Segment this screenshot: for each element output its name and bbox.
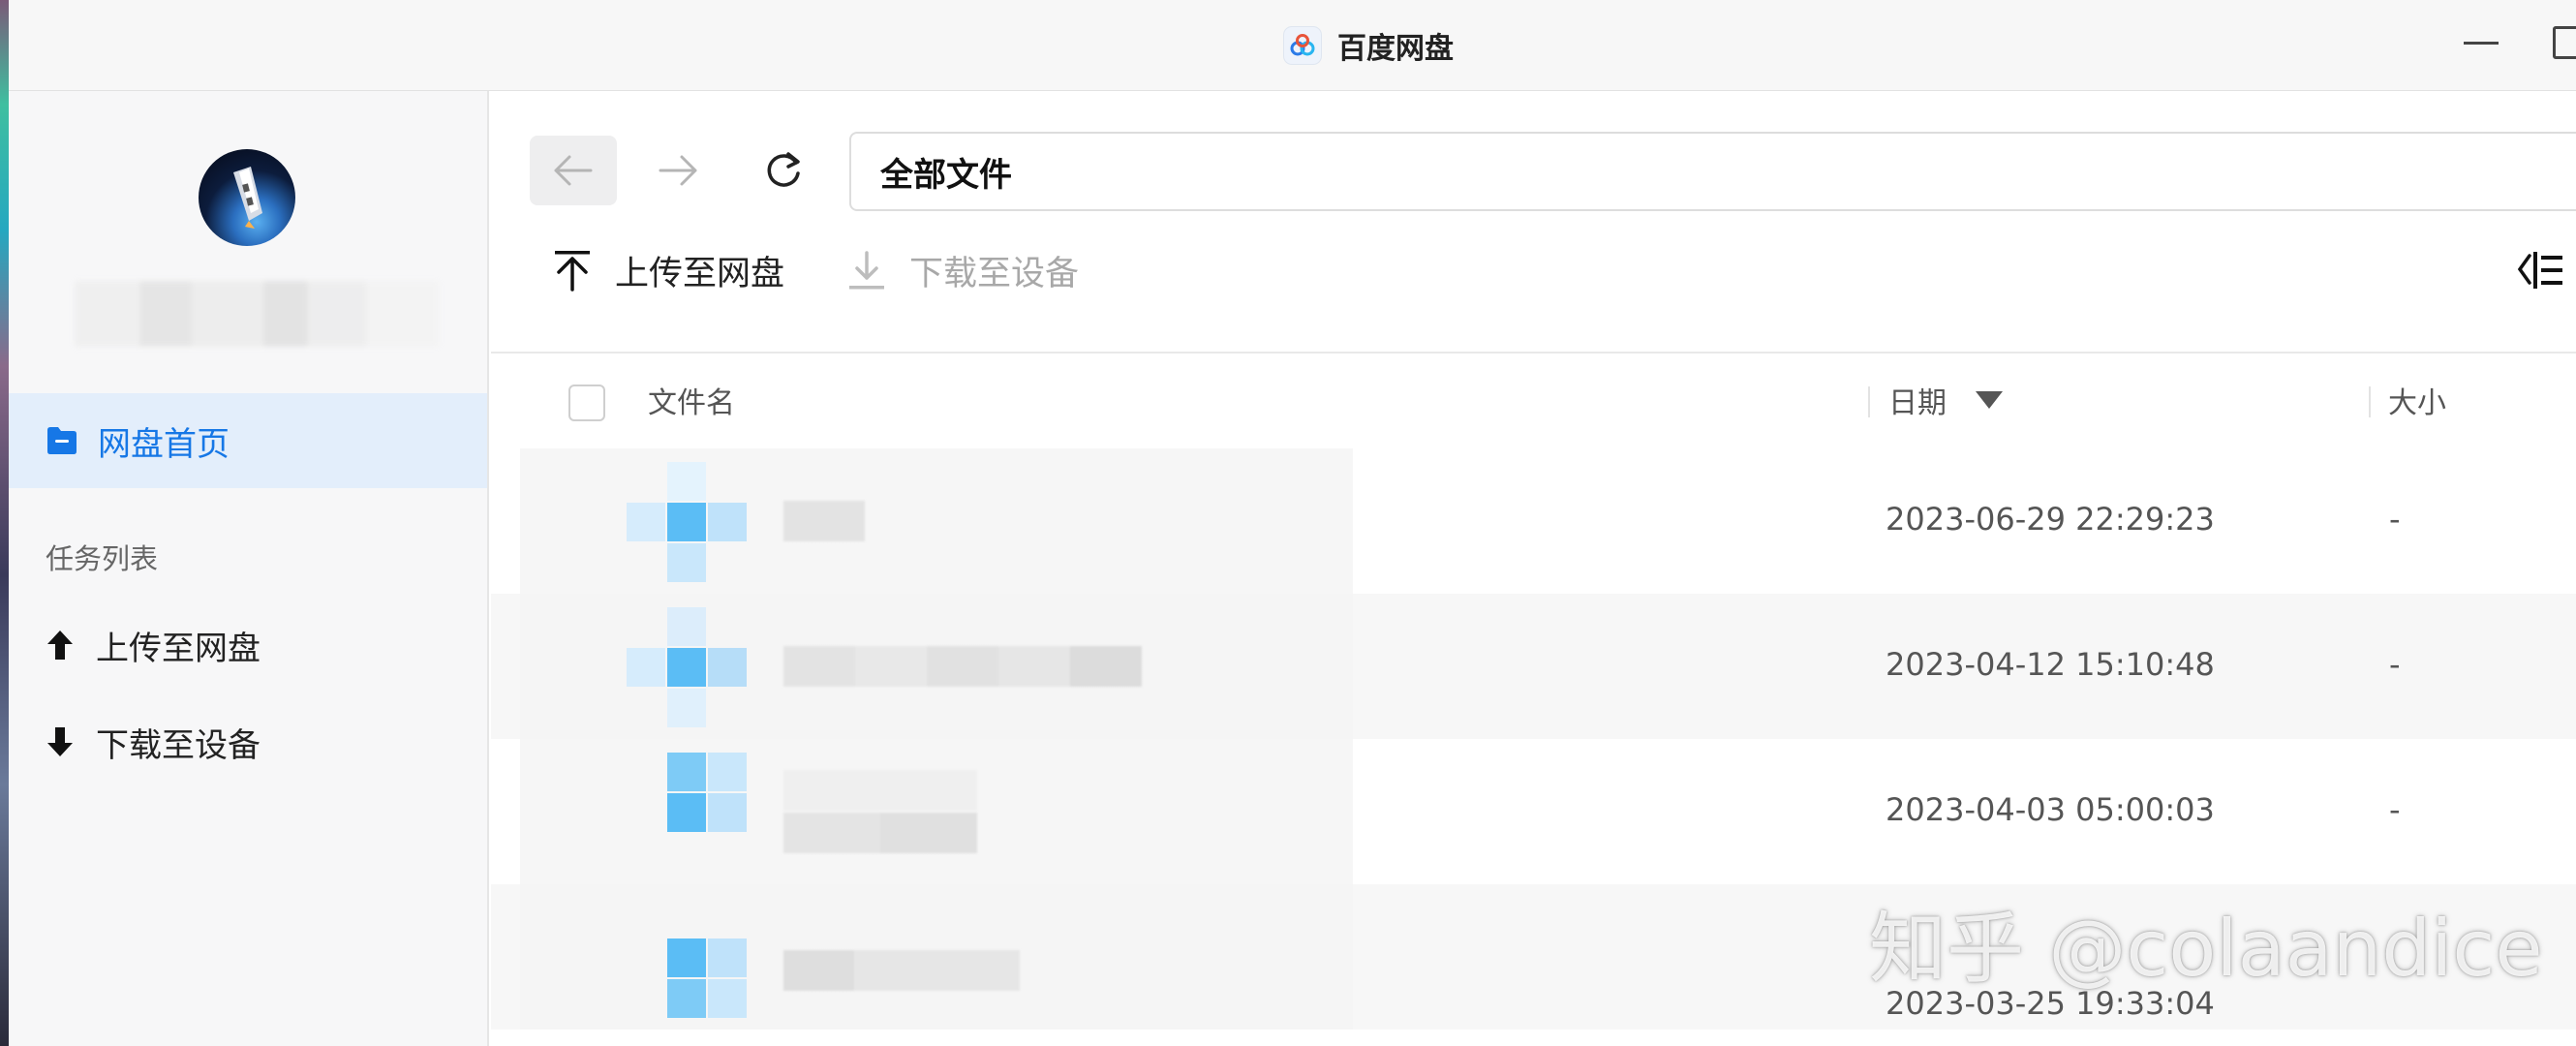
sort-desc-icon: [1976, 391, 2003, 409]
sidebar-item-label: 下载至设备: [96, 725, 261, 765]
download-icon: [849, 251, 884, 290]
folder-icon: [627, 462, 747, 582]
file-name-redacted: [783, 646, 1142, 687]
desktop-background-edge: [0, 0, 9, 1046]
refresh-button[interactable]: [741, 136, 828, 205]
app-title: 百度网盘: [1283, 25, 1454, 66]
forward-button[interactable]: [634, 136, 721, 205]
username-redacted: [75, 281, 439, 347]
folder-icon: [627, 898, 747, 1018]
arrow-up-icon: [47, 631, 73, 660]
column-header-date-label: 日期: [1888, 386, 1947, 420]
table-row[interactable]: 2023-04-03 05:00:03 -: [491, 739, 2576, 884]
download-button[interactable]: 下载至设备: [847, 236, 1079, 304]
collapse-panel-icon[interactable]: [2518, 246, 2566, 294]
arrow-left-icon: [554, 155, 593, 186]
arrow-down-icon: [47, 727, 73, 756]
arrow-right-icon: [659, 155, 697, 186]
file-name-redacted: [783, 770, 977, 811]
select-all-checkbox[interactable]: [568, 385, 605, 421]
file-date: 2023-04-03 05:00:03: [1886, 791, 2215, 828]
column-divider[interactable]: [2369, 386, 2371, 417]
sidebar-item-label: 上传至网盘: [96, 629, 261, 668]
upload-icon: [555, 251, 590, 292]
column-header-name[interactable]: 文件名: [648, 379, 735, 421]
back-button[interactable]: [530, 136, 617, 205]
title-bar: 百度网盘: [9, 0, 2576, 91]
folder-icon: [47, 427, 77, 454]
folder-icon: [627, 607, 747, 727]
file-name-redacted: [783, 501, 865, 541]
table-header: 文件名 日期 大小: [491, 354, 2576, 448]
sidebar-item-home[interactable]: 网盘首页: [9, 393, 487, 488]
baidu-netdisk-logo-icon: [1283, 26, 1322, 65]
app-window: 百度网盘 网盘首页 任务列表 上传至网盘 下载至设备 全部文件 上传至网盘 下载…: [0, 0, 2576, 1046]
download-label: 下载至设备: [909, 254, 1080, 293]
task-list-heading: 任务列表: [46, 542, 159, 575]
upload-label: 上传至网盘: [615, 254, 785, 293]
table-row[interactable]: 2023-06-29 22:29:23 -: [491, 448, 2576, 594]
window-title: 百度网盘: [1337, 32, 1454, 66]
upload-button[interactable]: 上传至网盘: [553, 236, 784, 304]
avatar[interactable]: [199, 149, 295, 246]
file-size: -: [2389, 646, 2401, 683]
folder-icon: [627, 753, 747, 873]
sidebar: 网盘首页 任务列表 上传至网盘 下载至设备: [9, 91, 489, 1046]
refresh-icon: [767, 152, 800, 187]
current-path: 全部文件: [880, 155, 1012, 195]
file-name-redacted: [783, 950, 1020, 991]
column-header-date[interactable]: 日期: [1888, 379, 2003, 421]
sidebar-item-label: 网盘首页: [98, 424, 230, 464]
file-date: 2023-06-29 22:29:23: [1886, 501, 2215, 538]
column-divider[interactable]: [1868, 386, 1870, 417]
path-bar[interactable]: 全部文件: [849, 132, 2576, 211]
file-name-redacted: [783, 813, 977, 853]
maximize-button[interactable]: [2553, 26, 2576, 59]
rocket-image: [233, 167, 262, 229]
file-size: -: [2389, 501, 2401, 538]
sidebar-item-download[interactable]: 下载至设备: [9, 703, 487, 781]
watermark: 知乎 @colaandice: [1869, 904, 2543, 994]
table-row[interactable]: 2023-04-12 15:10:48 -: [491, 594, 2576, 739]
sidebar-item-upload[interactable]: 上传至网盘: [9, 606, 487, 684]
file-size: -: [2389, 791, 2401, 828]
column-header-size[interactable]: 大小: [2388, 379, 2446, 421]
file-date: 2023-04-12 15:10:48: [1886, 646, 2215, 683]
minimize-button[interactable]: [2464, 42, 2499, 45]
